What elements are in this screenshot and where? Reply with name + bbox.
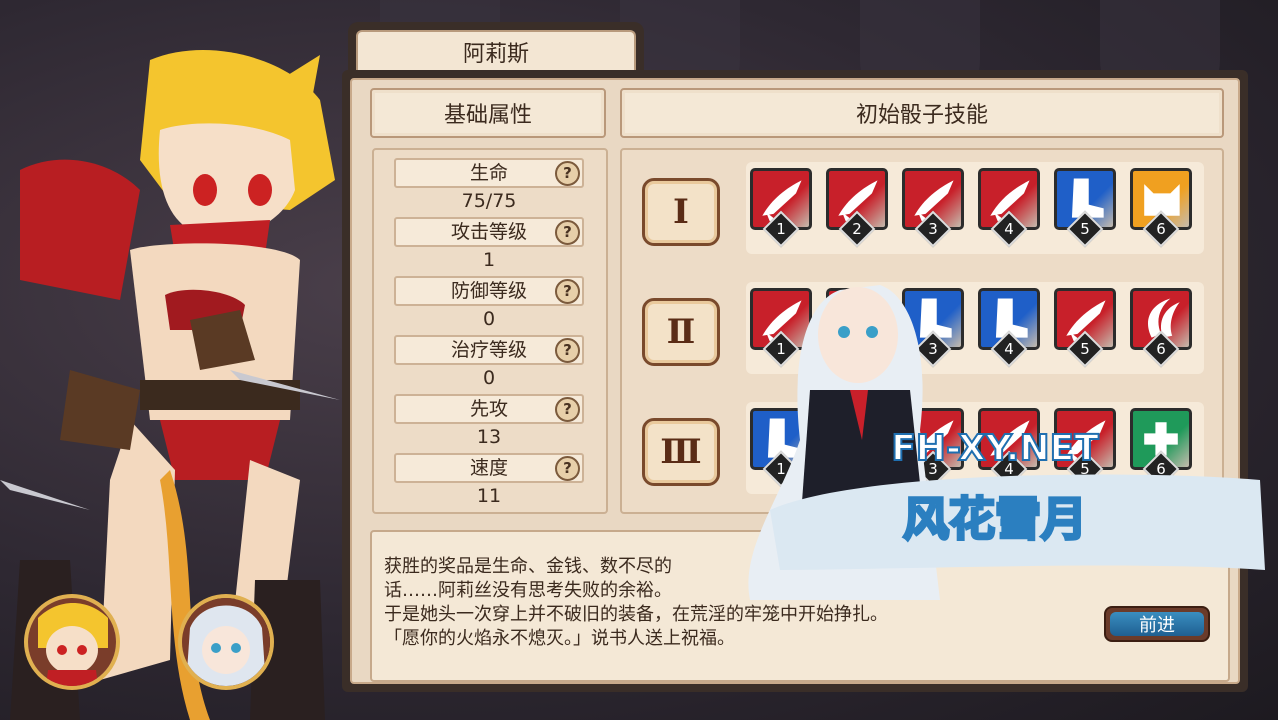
stat-label-heal: 治疗等级 ? — [394, 335, 584, 365]
stat-label-defense: 防御等级 ? — [394, 276, 584, 306]
watermark-url: FH-XY.NET — [891, 428, 1099, 469]
stat-label-initiative: 先攻 ? — [394, 394, 584, 424]
stat-label-attack: 攻击等级 ? — [394, 217, 584, 247]
stat-label-text: 攻击等级 — [450, 221, 527, 243]
stat-label-text: 防御等级 — [450, 280, 527, 302]
stat-value-attack: 1 — [482, 249, 496, 271]
avatar-alice-art — [28, 598, 116, 686]
stat-label-hp: 生命 ? — [394, 158, 584, 188]
forward-button[interactable]: 前进 — [1104, 606, 1210, 642]
watermark-title: 风花雪月 — [903, 492, 1087, 546]
stat-value-speed: 11 — [476, 485, 502, 507]
stat-label-text: 速度 — [469, 457, 508, 479]
help-icon[interactable]: ? — [555, 279, 580, 304]
help-icon[interactable]: ? — [555, 397, 580, 422]
rank-2-badge: Ⅱ — [642, 298, 720, 366]
stat-value-hp: 75/75 — [461, 190, 517, 212]
die-face-number-text: 1 — [776, 220, 786, 238]
avatar-companion-art — [182, 598, 270, 686]
help-icon[interactable]: ? — [555, 220, 580, 245]
rank-1-badge: Ⅰ — [642, 178, 720, 246]
stat-label-speed: 速度 ? — [394, 453, 584, 483]
die-face-number-text: 5 — [1080, 220, 1090, 238]
die-face-number-text: 3 — [928, 220, 938, 238]
stat-label-text: 治疗等级 — [450, 339, 527, 361]
story-line: 「愿你的火焰永不熄灭。」说书人送上祝福。 — [384, 628, 735, 649]
stat-value-defense: 0 — [482, 308, 496, 330]
skills-header: 初始骰子技能 — [620, 88, 1224, 138]
party-avatar-alice[interactable] — [24, 594, 120, 690]
party-avatar-companion[interactable] — [178, 594, 274, 690]
story-line: 获胜的奖品是生命、金钱、数不尽的 — [384, 556, 672, 577]
die-face-number-text: 2 — [852, 220, 862, 238]
stat-label-text: 生命 — [469, 162, 508, 184]
die-face-number-text: 6 — [1156, 220, 1166, 238]
die-face-number-text: 4 — [1004, 220, 1014, 238]
stat-label-text: 先攻 — [469, 398, 508, 420]
help-icon[interactable]: ? — [555, 161, 580, 186]
rank-3-badge: Ⅲ — [642, 418, 720, 486]
stat-value-heal: 0 — [482, 367, 496, 389]
character-name: 阿莉斯 — [356, 30, 636, 72]
site-watermark: FH-XY.NET 风花雪月 — [748, 285, 1265, 600]
forward-button-label: 前进 — [1110, 612, 1204, 636]
help-icon[interactable]: ? — [555, 456, 580, 481]
help-icon[interactable]: ? — [555, 338, 580, 363]
story-line: 话……阿莉丝没有思考失败的余裕。 — [384, 580, 672, 601]
base-stats-panel: 生命 ? 75/75 攻击等级 ? 1 防御等级 ? 0 治疗等级 ? 0 先攻… — [372, 148, 608, 514]
stats-header: 基础属性 — [370, 88, 606, 138]
stat-value-initiative: 13 — [476, 426, 502, 448]
character-name-tab: 阿莉斯 — [348, 22, 644, 72]
